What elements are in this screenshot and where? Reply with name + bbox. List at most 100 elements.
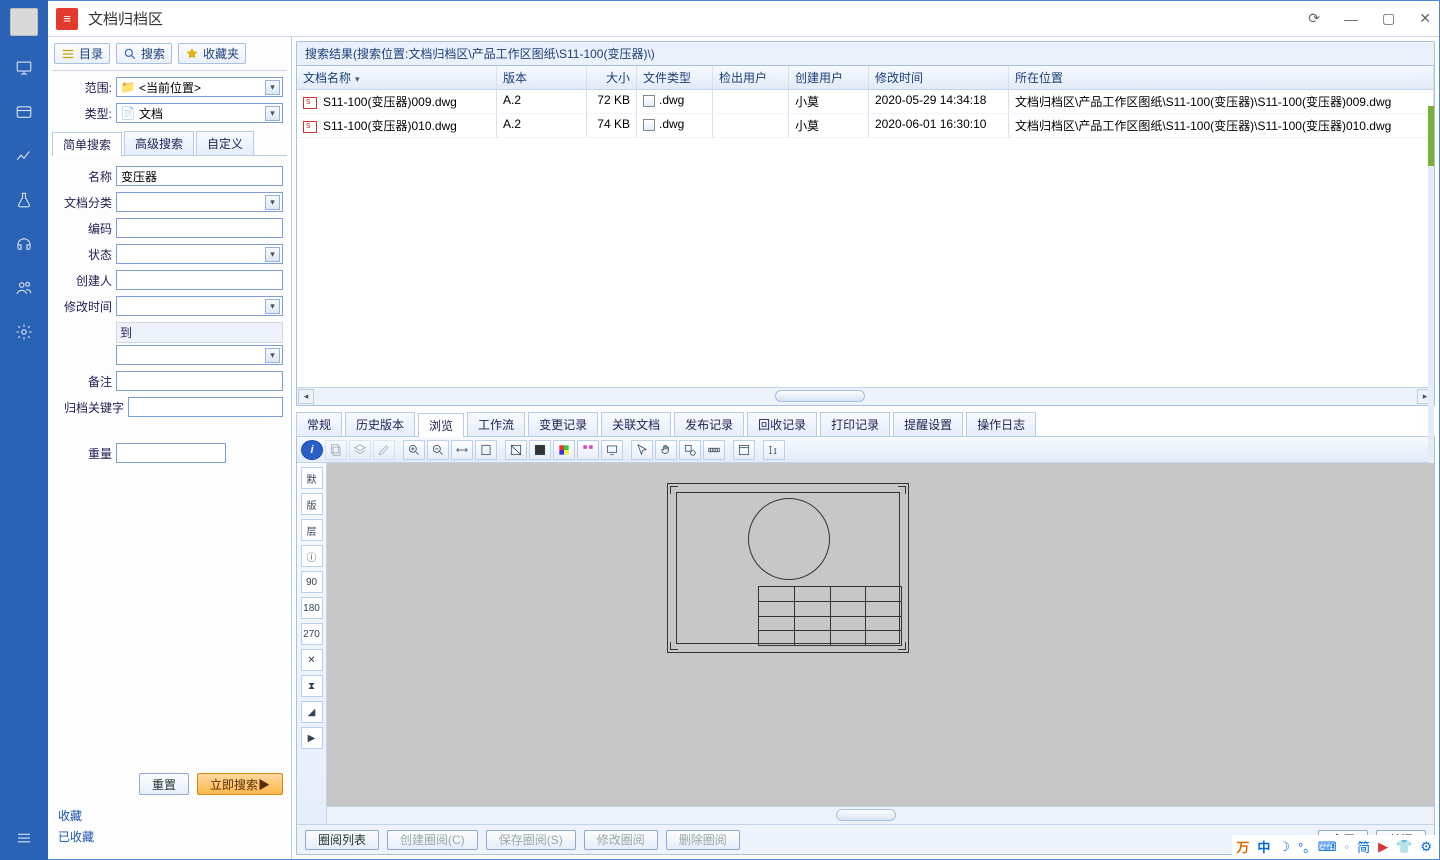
tray-person-icon[interactable]: ◦ [1345, 839, 1350, 854]
col-modified-time[interactable]: 修改时间 [869, 66, 1009, 89]
pointer-icon[interactable] [631, 440, 653, 460]
copy-icon[interactable] [325, 440, 347, 460]
tray-record-icon[interactable]: ▶ [1378, 839, 1388, 855]
sidetool-0[interactable]: 默 [301, 467, 323, 489]
dtab-general[interactable]: 常规 [296, 412, 342, 436]
refresh-button[interactable]: ⟳ [1308, 10, 1320, 27]
contrast-icon[interactable] [505, 440, 527, 460]
col-filetype[interactable]: 文件类型 [637, 66, 713, 89]
dtab-history[interactable]: 历史版本 [345, 412, 415, 436]
hand-icon[interactable] [655, 440, 677, 460]
dtab-recycle[interactable]: 回收记录 [747, 412, 817, 436]
name-input[interactable] [116, 166, 283, 186]
scroll-left-icon[interactable]: ◂ [298, 389, 314, 404]
mtime-to-select[interactable]: ▾ [116, 345, 283, 365]
user-avatar[interactable] [10, 8, 38, 36]
subtab-simple[interactable]: 简单搜索 [52, 132, 122, 156]
tray-settings-icon[interactable]: ⚙ [1420, 839, 1432, 855]
tray-keyboard-icon[interactable]: ⌨ [1318, 839, 1337, 855]
sidetool-1[interactable]: 版 [301, 493, 323, 515]
sidetool-5[interactable]: 180 [301, 597, 323, 619]
dtab-remind[interactable]: 提醒设置 [893, 412, 963, 436]
markup-edit-button[interactable]: 修改圈阅 [584, 830, 658, 850]
dtab-oplog[interactable]: 操作日志 [966, 412, 1036, 436]
sidetool-6[interactable]: 270 [301, 623, 323, 645]
fit-width-icon[interactable] [451, 440, 473, 460]
minimize-button[interactable]: — [1344, 11, 1358, 27]
col-size[interactable]: 大小 [587, 66, 637, 89]
dtab-print[interactable]: 打印记录 [820, 412, 890, 436]
subtab-custom[interactable]: 自定义 [196, 131, 254, 155]
subtab-advanced[interactable]: 高级搜索 [124, 131, 194, 155]
sidetool-9[interactable]: ◢ [301, 701, 323, 723]
ruler-icon[interactable] [703, 440, 725, 460]
sidetool-10[interactable]: ▶ [301, 727, 323, 749]
tray-simplified-icon[interactable]: 简 [1357, 837, 1370, 856]
rail-chart-icon[interactable] [12, 144, 36, 168]
tray-punct-icon[interactable]: °｡ [1298, 837, 1310, 856]
edit-icon[interactable] [373, 440, 395, 460]
sidetool-7[interactable]: ✕ [301, 649, 323, 671]
mtime-from-select[interactable]: ▾ [116, 296, 283, 316]
col-version[interactable]: 版本 [497, 66, 587, 89]
info-icon[interactable]: i [301, 440, 323, 460]
code-input[interactable] [116, 218, 283, 238]
markup-save-button[interactable]: 保存圈阅(S) [486, 830, 576, 850]
zoom-in-icon[interactable] [403, 440, 425, 460]
dtab-changelog[interactable]: 变更记录 [528, 412, 598, 436]
sidetool-3[interactable]: ⓘ [301, 545, 323, 567]
col-creator[interactable]: 创建用户 [789, 66, 869, 89]
dtab-publish[interactable]: 发布记录 [674, 412, 744, 436]
fit-page-icon[interactable] [475, 440, 497, 460]
search-now-button[interactable]: 立即搜索▶ [197, 773, 283, 795]
dtab-preview[interactable]: 浏览 [418, 413, 464, 437]
creator-input[interactable] [116, 270, 283, 290]
tray-skin-icon[interactable]: 👕 [1396, 839, 1412, 855]
rail-users-icon[interactable] [12, 276, 36, 300]
type-select[interactable]: 📄文档▾ [116, 103, 283, 123]
dtab-workflow[interactable]: 工作流 [467, 412, 525, 436]
tab-favorites[interactable]: 收藏夹 [178, 43, 246, 64]
layers-icon[interactable] [349, 440, 371, 460]
favorited-link[interactable]: 已收藏 [58, 828, 281, 845]
docclass-select[interactable]: ▾ [116, 192, 283, 212]
maximize-button[interactable]: ▢ [1382, 10, 1395, 27]
invert-icon[interactable] [529, 440, 551, 460]
canvas-horizontal-scrollbar[interactable] [327, 806, 1434, 824]
zoom-region-icon[interactable] [679, 440, 701, 460]
col-name[interactable]: 文档名称 [297, 66, 497, 89]
zoom-out-icon[interactable] [427, 440, 449, 460]
status-select[interactable]: ▾ [116, 244, 283, 264]
favorite-link[interactable]: 收藏 [58, 807, 281, 824]
color-icon[interactable] [553, 440, 575, 460]
rail-settings-icon[interactable] [12, 320, 36, 344]
weight-input[interactable] [116, 443, 226, 463]
sidetool-4[interactable]: 90 [301, 571, 323, 593]
table-row[interactable]: S11-100(变压器)009.dwgA.272 KB.dwg小莫2020-05… [297, 90, 1434, 114]
col-location[interactable]: 所在位置 [1009, 66, 1434, 89]
archivekey-input[interactable] [128, 397, 283, 417]
tray-ime-icon[interactable]: 万 [1236, 837, 1249, 856]
grid-horizontal-scrollbar[interactable]: ◂ ▸ [297, 387, 1434, 405]
scrollbar-thumb[interactable] [836, 809, 896, 821]
rail-monitor-icon[interactable] [12, 56, 36, 80]
scope-select[interactable]: 📁<当前位置>▾ [116, 77, 283, 97]
tray-lang-icon[interactable]: 中 [1257, 837, 1270, 856]
table-row[interactable]: S11-100(变压器)010.dwgA.274 KB.dwg小莫2020-06… [297, 114, 1434, 138]
tab-search[interactable]: 搜索 [116, 43, 172, 64]
col-checkout-user[interactable]: 检出用户 [713, 66, 789, 89]
close-button[interactable]: ✕ [1419, 10, 1431, 27]
reset-button[interactable]: 重置 [139, 773, 189, 795]
tray-moon-icon[interactable]: ☽ [1278, 839, 1290, 855]
dtab-related[interactable]: 关联文档 [601, 412, 671, 436]
grid-icon[interactable] [577, 440, 599, 460]
rail-flask-icon[interactable] [12, 188, 36, 212]
rail-headset-icon[interactable] [12, 232, 36, 256]
preview-canvas[interactable] [327, 463, 1434, 806]
measure-icon[interactable] [763, 440, 785, 460]
monitor-icon[interactable] [601, 440, 623, 460]
tab-catalog[interactable]: 目录 [54, 43, 110, 64]
window-icon[interactable] [733, 440, 755, 460]
remark-input[interactable] [116, 371, 283, 391]
markup-list-button[interactable]: 圈阅列表 [305, 830, 379, 850]
